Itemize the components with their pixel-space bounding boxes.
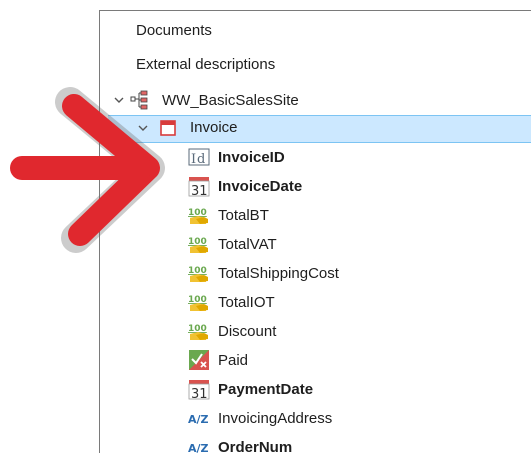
svg-text:d: d	[197, 152, 205, 167]
chevron-down-icon[interactable]	[112, 93, 126, 107]
transaction-icon	[160, 119, 176, 136]
id-icon: I d	[188, 148, 210, 167]
svg-text:A/Z: A/Z	[188, 413, 209, 426]
attribute-label: InvoiceDate	[218, 177, 303, 195]
numeric-icon: 100	[188, 208, 208, 224]
tree-item-label: External descriptions	[136, 56, 276, 73]
attribute-item-paid[interactable]: Paid	[188, 349, 248, 371]
chevron-down-icon[interactable]	[136, 121, 150, 135]
attribute-label: TotalShippingCost	[218, 264, 339, 282]
tree-item-invoice[interactable]: Invoice	[136, 119, 238, 136]
tree-item-label: Documents	[136, 22, 212, 39]
knowledge-base-navigator-panel	[99, 10, 531, 453]
attribute-label: TotalIOT	[218, 293, 275, 311]
calendar-icon: 31	[188, 177, 210, 197]
attribute-item-totalshippingcost[interactable]: 100 TotalShippingCost	[188, 262, 339, 284]
attribute-label: OrderNum	[218, 438, 293, 456]
attribute-item-invoicingaddress[interactable]: A/Z InvoicingAddress	[188, 407, 332, 429]
attribute-item-totalvat[interactable]: 100 TotalVAT	[188, 233, 277, 255]
numeric-icon: 100	[188, 295, 208, 311]
svg-text:A/Z: A/Z	[188, 442, 209, 455]
character-icon: A/Z	[188, 413, 209, 426]
attribute-label: TotalBT	[218, 206, 269, 224]
attribute-item-ordernum[interactable]: A/Z OrderNum	[188, 436, 292, 458]
tree-item-site[interactable]: WW_BasicSalesSite	[112, 90, 299, 110]
numeric-icon: 100	[188, 324, 208, 340]
tree-item-external-descriptions[interactable]: External descriptions	[136, 56, 275, 73]
attribute-label: Discount	[218, 322, 277, 340]
tree-item-label: Invoice	[190, 119, 238, 136]
attribute-label: PaymentDate	[218, 380, 314, 398]
attribute-item-invoiceid[interactable]: I d InvoiceID	[188, 146, 285, 168]
character-icon: A/Z	[188, 442, 209, 455]
tree-item-documents[interactable]: Documents	[136, 22, 212, 39]
attribute-item-totaliot[interactable]: 100 TotalIOT	[188, 291, 275, 313]
numeric-icon: 100	[188, 266, 208, 282]
attribute-label: TotalVAT	[218, 235, 277, 253]
site-structure-icon	[130, 90, 148, 110]
attribute-item-discount[interactable]: 100 Discount	[188, 320, 276, 342]
boolean-icon	[189, 350, 209, 370]
svg-text:I: I	[191, 152, 196, 167]
attribute-label: Paid	[218, 351, 249, 369]
attribute-label: InvoicingAddress	[218, 409, 333, 427]
attribute-label: InvoiceID	[218, 148, 285, 166]
svg-text:31: 31	[191, 387, 208, 400]
svg-text:31: 31	[191, 184, 208, 197]
tree-item-label: WW_BasicSalesSite	[162, 91, 299, 109]
attribute-item-invoicedate[interactable]: 31 InvoiceDate	[188, 175, 302, 197]
attribute-item-totalbt[interactable]: 100 TotalBT	[188, 204, 269, 226]
numeric-icon: 100	[188, 237, 208, 253]
calendar-icon: 31	[188, 380, 210, 400]
attribute-item-paymentdate[interactable]: 31 PaymentDate	[188, 378, 313, 400]
